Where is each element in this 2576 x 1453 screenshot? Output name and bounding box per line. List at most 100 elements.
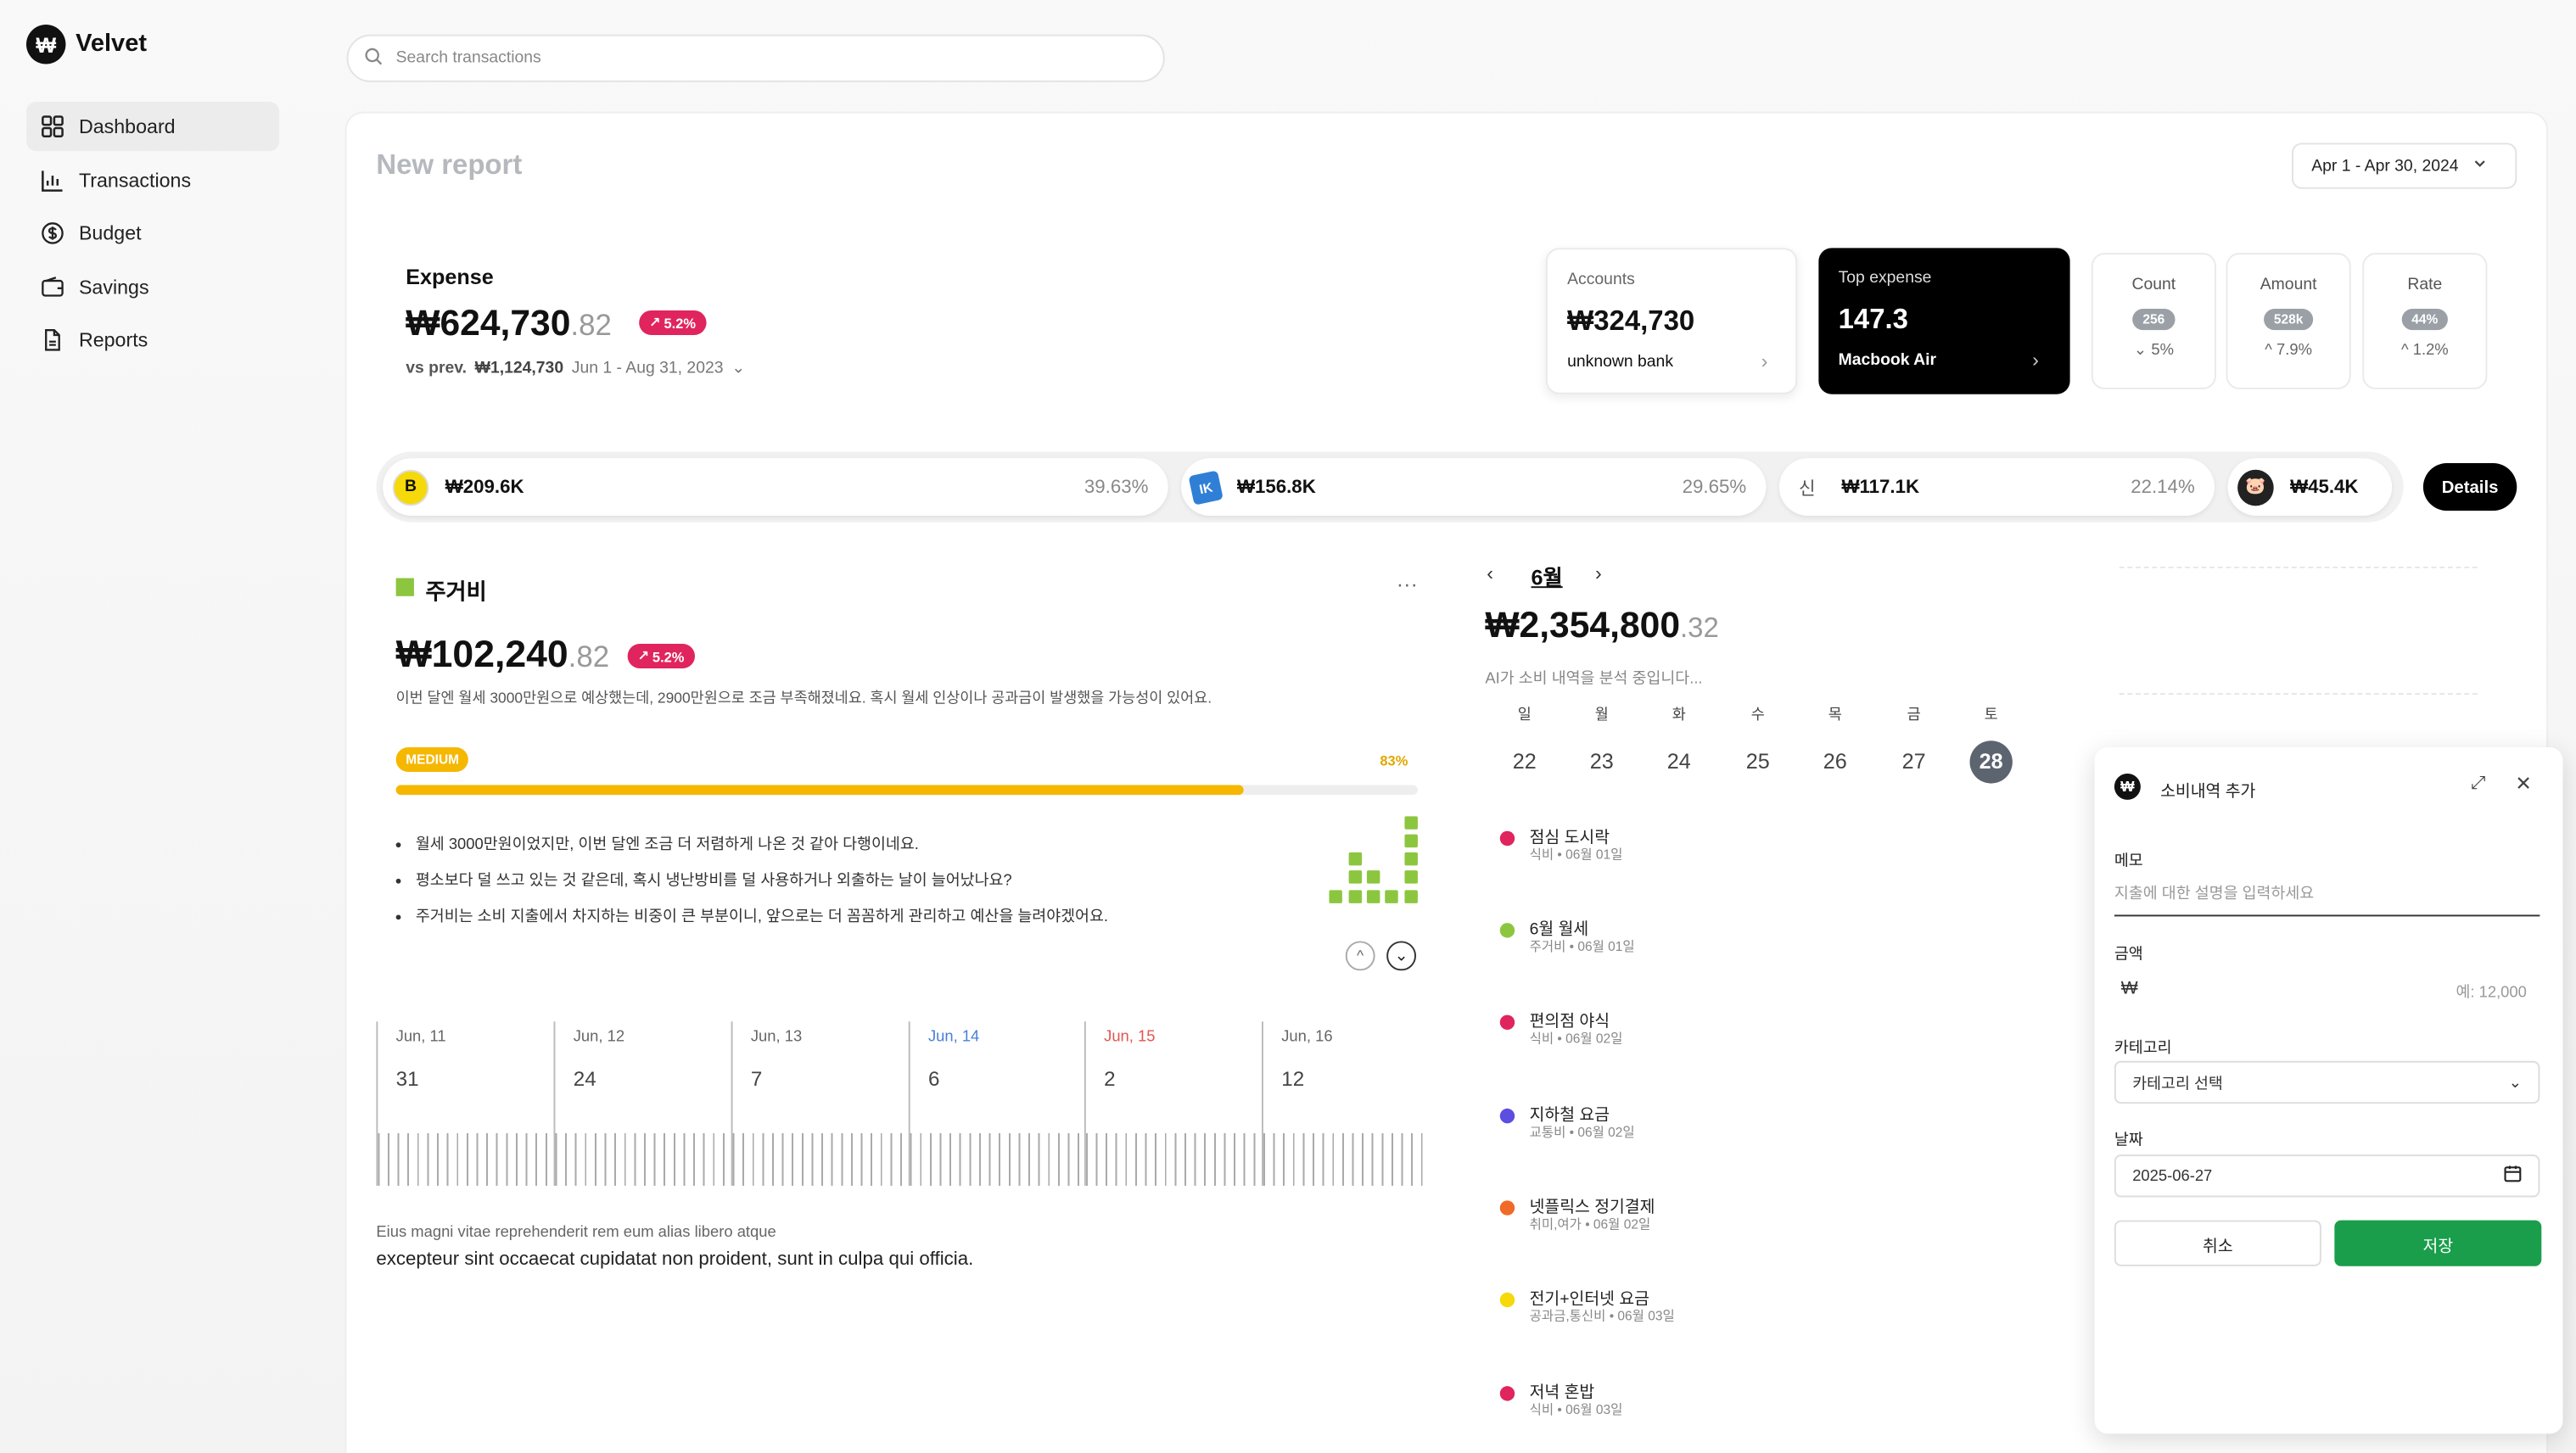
merchant-item[interactable]: 🐷 ₩45.4K <box>2227 458 2393 516</box>
merchant-item[interactable]: B ₩209.6K 39.63% <box>383 458 1168 516</box>
date-field[interactable]: 2025-06-27 <box>2114 1154 2540 1198</box>
divider <box>2119 566 2478 568</box>
category-select[interactable]: 카테고리 선택 ⌄ <box>2114 1060 2540 1104</box>
day-ticks <box>732 1132 910 1186</box>
top-expense-sub: Macbook Air <box>1838 351 1937 370</box>
arrow-down-icon: ⌄ <box>2133 341 2148 360</box>
accounts-card[interactable]: Accounts ₩324,730 unknown bank › <box>1545 248 1798 394</box>
category-dot <box>1499 1386 1515 1401</box>
week-day-cell[interactable]: 월 23 <box>1577 703 1627 784</box>
week-day-cell-selected[interactable]: 토 28 <box>1967 703 2016 784</box>
week-day-cell[interactable]: 일 22 <box>1500 703 1549 784</box>
day-column[interactable]: Jun, 14 6 <box>908 1021 1088 1186</box>
progress-fill <box>395 785 1245 796</box>
day-ticks <box>378 1132 556 1186</box>
day-label: Jun, 13 <box>750 1028 803 1047</box>
expense-change-value: 5.2% <box>664 314 696 332</box>
vs-label: vs prev. <box>406 360 468 378</box>
category-amount-main: ₩102,240 <box>395 632 568 675</box>
accounts-label: Accounts <box>1567 271 1635 289</box>
day-column[interactable]: Jun, 15 2 <box>1084 1021 1263 1186</box>
expense-amount-decimal: .82 <box>570 309 612 342</box>
sidebar-item-budget[interactable]: Budget <box>26 209 279 258</box>
search-input[interactable]: Search transactions <box>346 34 1165 82</box>
top-expense-card[interactable]: Top expense 147.3 Macbook Air › <box>1818 248 2070 394</box>
transaction-sub: 식비 • 06월 01일 <box>1529 847 1623 863</box>
transaction-sub: 취미,여가 • 06월 02일 <box>1529 1216 1651 1232</box>
accounts-sub: unknown bank <box>1567 353 1674 372</box>
amount-field[interactable]: 예: 12,000 <box>2114 974 2540 1010</box>
day-column[interactable]: Jun, 11 31 <box>376 1021 556 1186</box>
day-value: 24 <box>573 1067 596 1091</box>
date-range-picker[interactable]: Apr 1 - Apr 30, 2024 <box>2291 143 2517 189</box>
chevron-down-icon[interactable]: ⌄ <box>1386 941 1417 971</box>
day-label: Jun, 16 <box>1281 1028 1333 1047</box>
add-expense-modal: ₩ 소비내역 추가 ⤢ ✕ 메모 지출에 대한 설명을 입력하세요 금액 ₩ 예… <box>2094 746 2563 1434</box>
day-column[interactable]: Jun, 13 7 <box>731 1021 910 1186</box>
week-day-cell[interactable]: 금 27 <box>1890 703 1939 784</box>
merchant-item[interactable]: IK ₩156.8K 29.65% <box>1181 458 1767 516</box>
week-day-cell[interactable]: 수 25 <box>1733 703 1783 784</box>
close-icon[interactable]: ✕ <box>2515 772 2531 795</box>
day-ticks <box>910 1132 1088 1186</box>
memo-field[interactable]: 지출에 대한 설명을 입력하세요 <box>2114 880 2540 917</box>
stat-amount-card[interactable]: Amount 528k ^ 7.9% <box>2226 253 2351 389</box>
amount-placeholder: 예: 12,000 <box>2456 983 2527 1003</box>
transaction-sub: 주거비 • 06월 01일 <box>1529 939 1635 954</box>
weekday-name: 토 <box>1984 706 1998 723</box>
expand-icon[interactable]: ⤢ <box>2471 774 2485 795</box>
category-select-value: 카테고리 선택 <box>2132 1076 2223 1094</box>
vs-amount: ₩1,124,730 <box>474 360 564 378</box>
day-column[interactable]: Jun, 12 24 <box>553 1021 733 1186</box>
category-change-badge: ↗ 5.2% <box>627 643 695 669</box>
search-placeholder: Search transactions <box>395 49 541 68</box>
trend-up-icon: ↗ <box>648 313 661 331</box>
stat-count-card[interactable]: Count 256 ⌄ 5% <box>2091 253 2216 389</box>
chevron-up-icon[interactable]: ^ <box>1345 941 1375 971</box>
weekday-date: 25 <box>1745 748 1770 774</box>
amount-label: 금액 <box>2114 946 2143 964</box>
chevron-left-icon[interactable]: ‹ <box>1487 562 1493 584</box>
day-value: 12 <box>1281 1067 1305 1091</box>
sidebar-item-reports[interactable]: Reports <box>26 316 279 365</box>
details-button[interactable]: Details <box>2422 463 2517 511</box>
category-color-swatch <box>395 578 414 596</box>
month-label[interactable]: 6월 <box>1532 560 1563 591</box>
chevron-right-icon[interactable]: › <box>1595 562 1602 584</box>
merchant-item[interactable]: 신 ₩117.1K 22.14% <box>1778 458 2215 516</box>
expense-label: Expense <box>406 264 494 289</box>
progress-percent: 83% <box>1380 752 1408 769</box>
sidebar-item-savings[interactable]: Savings <box>26 263 279 312</box>
sidebar-item-dashboard[interactable]: Dashboard <box>25 102 280 152</box>
stat-change: 1.2% <box>2412 341 2449 360</box>
chevron-down-icon[interactable]: ⌄ <box>731 360 745 377</box>
more-options-icon[interactable]: ··· <box>1397 572 1418 596</box>
level-badge: MEDIUM <box>395 746 469 773</box>
category-dot <box>1499 1292 1515 1308</box>
expense-change-badge: ↗ 5.2% <box>639 310 706 335</box>
category-dot <box>1499 1014 1515 1030</box>
stat-pill: 256 <box>2132 309 2175 331</box>
footer-text: excepteur sint occaecat cupidatat non pr… <box>376 1249 974 1270</box>
date-range-text: Apr 1 - Apr 30, 2024 <box>2311 156 2459 176</box>
day-column[interactable]: Jun, 16 12 <box>1262 1021 1431 1186</box>
cancel-button[interactable]: 취소 <box>2114 1220 2321 1266</box>
save-button[interactable]: 저장 <box>2334 1220 2542 1266</box>
ai-analysis-note: AI가 소비 내역을 분석 중입니다... <box>1485 669 1703 689</box>
progress-track <box>395 785 1418 796</box>
merchant-logo-icon: IK <box>1188 469 1224 505</box>
stat-pill: 44% <box>2401 309 2448 331</box>
sidebar-item-transactions[interactable]: Transactions <box>26 156 279 205</box>
weekday-date: 26 <box>1823 748 1847 774</box>
expense-comparison: vs prev. ₩1,124,730 Jun 1 - Aug 31, 2023… <box>406 360 745 377</box>
vs-range: Jun 1 - Aug 31, 2023 <box>571 360 724 378</box>
week-day-cell[interactable]: 화 24 <box>1655 703 1704 784</box>
merchant-pct: 39.63% <box>1084 477 1149 497</box>
week-day-cell[interactable]: 목 26 <box>1811 703 1860 784</box>
merchant-value: ₩209.6K <box>445 477 524 497</box>
day-label: Jun, 14 <box>927 1028 980 1047</box>
top-expense-label: Top expense <box>1838 269 1932 288</box>
stat-rate-card[interactable]: Rate 44% ^ 1.2% <box>2362 253 2488 389</box>
merchant-breakdown-bar: B ₩209.6K 39.63% IK ₩156.8K 29.65% 신 ₩11… <box>376 451 2404 523</box>
transaction-title: 전기+인터넷 요금 <box>1529 1290 1650 1310</box>
